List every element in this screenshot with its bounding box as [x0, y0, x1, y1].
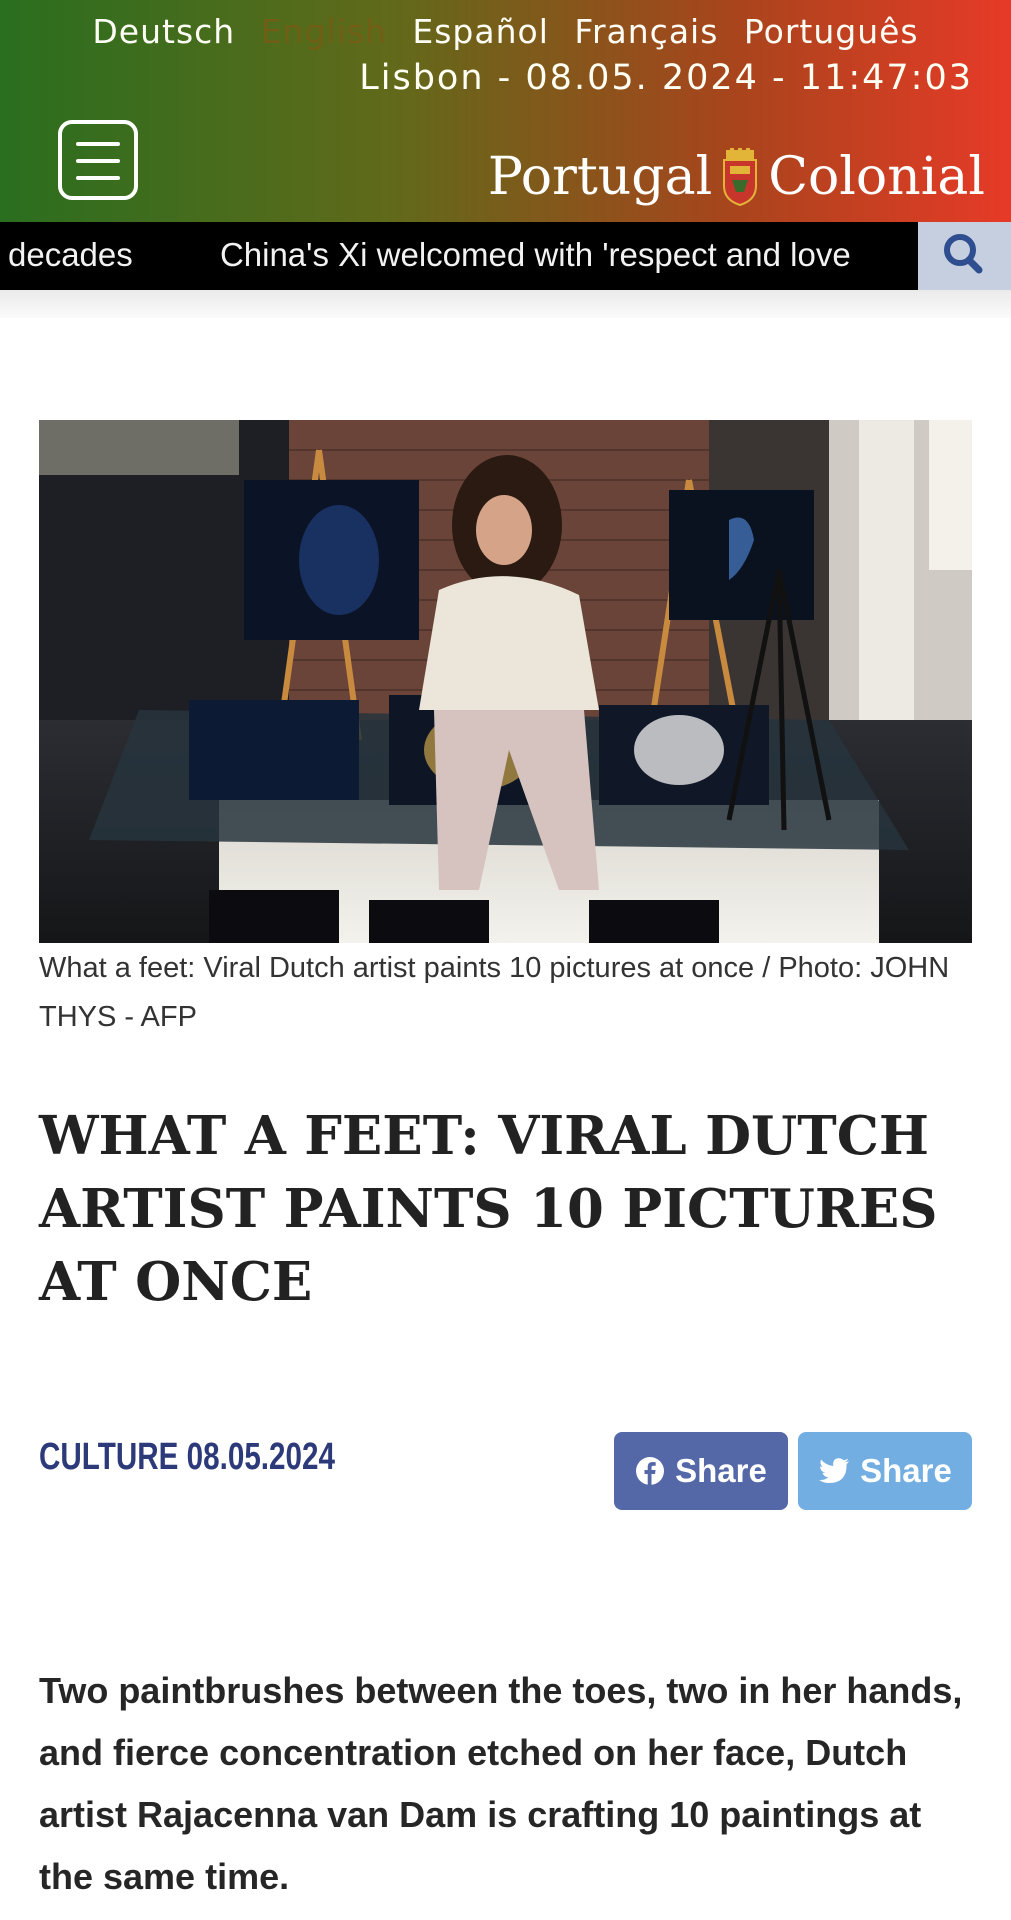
crest-icon	[723, 148, 758, 206]
site-header: Deutsch English Español Français Portugu…	[0, 0, 1011, 222]
article-category[interactable]: CULTURE	[39, 1436, 178, 1478]
article-title: WHAT A FEET: VIRAL DUTCH ARTIST PAINTS 1…	[39, 1105, 938, 1313]
article-lead: Two paintbrushes between the toes, two i…	[39, 1670, 963, 1897]
menu-icon-bar	[76, 176, 120, 180]
logo-text-portugal: Portugal	[487, 147, 713, 207]
article-meta: CULTURE 08.05.2024	[39, 1436, 335, 1479]
ticker-item[interactable]: decades	[8, 236, 133, 273]
lang-english[interactable]: English	[261, 12, 387, 51]
menu-icon	[76, 142, 120, 146]
twitter-icon	[819, 1458, 850, 1483]
search-icon	[944, 234, 983, 274]
article-photo[interactable]	[39, 420, 972, 943]
share-twitter-button[interactable]: Share	[798, 1432, 972, 1510]
search-button[interactable]	[918, 222, 1011, 290]
logo-text-colonial: Colonial	[768, 147, 985, 207]
location-datetime: Lisbon - 08.05. 2024 - 11:47:03	[359, 58, 973, 98]
lang-deutsch[interactable]: Deutsch	[92, 12, 235, 51]
lang-espanol[interactable]: Español	[412, 12, 549, 51]
language-switcher: Deutsch English Español Français Portugu…	[0, 12, 1011, 51]
facebook-icon	[636, 1457, 665, 1485]
header-shadow	[0, 290, 1011, 318]
menu-icon-bar	[76, 159, 120, 163]
share-facebook-button[interactable]: Share	[614, 1432, 788, 1510]
ticker-item[interactable]: China's Xi welcomed with 'respect and lo…	[220, 236, 851, 273]
article-photo-image	[39, 420, 972, 943]
site-logo[interactable]: Portugal Colonial	[488, 144, 985, 210]
menu-button[interactable]	[58, 120, 138, 200]
share-twitter-label: Share	[860, 1452, 952, 1489]
ticker-track: decades China's Xi welcomed with 'respec…	[8, 236, 918, 274]
news-ticker: decades China's Xi welcomed with 'respec…	[0, 222, 918, 290]
share-facebook-label: Share	[675, 1452, 767, 1489]
article-date: 08.05.2024	[186, 1436, 335, 1478]
lang-francais[interactable]: Français	[574, 12, 718, 51]
lang-portugues[interactable]: Português	[744, 12, 919, 51]
photo-caption: What a feet: Viral Dutch artist paints 1…	[39, 952, 950, 1033]
